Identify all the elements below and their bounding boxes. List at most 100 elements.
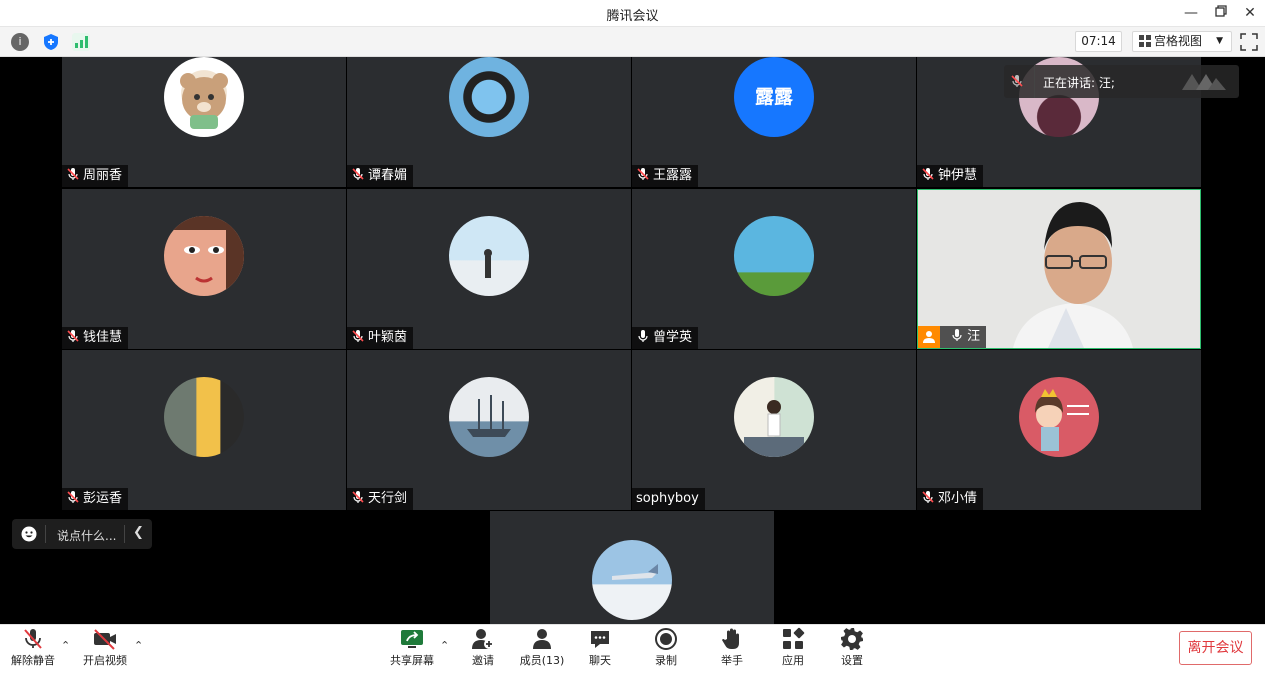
minimize-icon[interactable]: — bbox=[1182, 4, 1200, 22]
invite-button[interactable]: 邀请 bbox=[462, 627, 504, 668]
share-screen-icon bbox=[401, 630, 423, 648]
participant-name-bar: 汪 bbox=[918, 326, 987, 348]
participant-tile[interactable]: 邓小倩 bbox=[917, 350, 1201, 510]
participant-name: sophyboy bbox=[636, 491, 699, 506]
unmute-button[interactable]: 解除静音 bbox=[10, 627, 56, 668]
mic-muted-icon bbox=[24, 629, 42, 649]
info-icon[interactable]: i bbox=[11, 33, 29, 51]
avatar bbox=[449, 377, 529, 457]
chevron-up-icon[interactable]: ⌃ bbox=[61, 639, 70, 652]
mic-icon bbox=[952, 329, 962, 341]
mic-muted-icon bbox=[352, 491, 364, 503]
invite-icon bbox=[472, 629, 494, 649]
participant-name-bar: 天行剑 bbox=[347, 488, 414, 510]
fullscreen-icon[interactable] bbox=[1240, 33, 1258, 51]
chat-label: 聊天 bbox=[589, 654, 611, 667]
raise-hand-icon bbox=[722, 628, 739, 649]
participant-tile[interactable]: 天行剑 bbox=[347, 350, 631, 510]
participant-name: 钱佳慧 bbox=[83, 330, 123, 345]
emoji-icon[interactable] bbox=[21, 526, 37, 542]
participant-tile[interactable]: 曾学英 bbox=[632, 189, 916, 349]
avatar-initials: 露露 bbox=[734, 57, 814, 137]
settings-button[interactable]: 设置 bbox=[832, 627, 872, 668]
members-label: 成员(13) bbox=[519, 654, 565, 667]
start-video-label: 开启视频 bbox=[83, 654, 127, 667]
participant-name: 彭运香 bbox=[83, 491, 123, 506]
participant-name: 谭春媚 bbox=[368, 168, 408, 183]
avatar bbox=[734, 377, 814, 457]
raise-hand-button[interactable]: 举手 bbox=[712, 627, 752, 668]
mic-muted-icon bbox=[67, 168, 79, 180]
grid-view-icon bbox=[1139, 35, 1151, 47]
chevron-down-icon: ▼ bbox=[1216, 36, 1223, 46]
divider bbox=[124, 525, 125, 543]
share-screen-label: 共享屏幕 bbox=[390, 654, 434, 667]
collapse-chevron-icon[interactable]: ❮ bbox=[133, 525, 144, 540]
participant-name-bar: 周丽香 bbox=[62, 165, 129, 187]
avatar bbox=[734, 216, 814, 296]
participant-name-bar: 钱佳慧 bbox=[62, 327, 129, 349]
signal-strength-icon[interactable] bbox=[72, 33, 90, 51]
mic-muted-icon bbox=[352, 330, 364, 342]
app-logo-icon bbox=[1182, 74, 1226, 90]
avatar bbox=[449, 57, 529, 137]
avatar bbox=[164, 216, 244, 296]
view-mode-dropdown[interactable]: 宫格视图 ▼ bbox=[1132, 31, 1232, 52]
camera-video-feed bbox=[918, 190, 1200, 348]
meeting-toolbar: i 07:14 宫格视图 ▼ bbox=[0, 27, 1265, 57]
participant-tile[interactable]: sophyboy bbox=[632, 350, 916, 510]
start-video-button[interactable]: 开启视频 bbox=[82, 627, 128, 668]
active-speaker-video[interactable]: 汪 bbox=[917, 189, 1201, 349]
participant-name-bar: 彭运香 bbox=[62, 488, 129, 510]
participant-name-bar: 王露露 bbox=[632, 165, 699, 187]
close-icon[interactable]: ✕ bbox=[1241, 4, 1259, 22]
participant-name-bar: sophyboy bbox=[632, 488, 705, 510]
members-icon bbox=[533, 629, 551, 649]
speaking-indicator: 正在讲话: 汪; bbox=[1004, 65, 1239, 98]
members-button[interactable]: 成员(13) bbox=[516, 627, 568, 668]
settings-label: 设置 bbox=[841, 654, 863, 667]
apps-label: 应用 bbox=[782, 654, 804, 667]
participant-tile[interactable]: 露露 王露露 bbox=[632, 57, 916, 187]
mic-icon bbox=[638, 330, 648, 342]
participant-name-bar: 钟伊慧 bbox=[917, 165, 984, 187]
participant-name: 钟伊慧 bbox=[938, 168, 978, 183]
window-title: 腾讯会议 bbox=[606, 9, 659, 24]
invite-label: 邀请 bbox=[472, 654, 494, 667]
quick-chat-bar[interactable]: 说点什么... ❮ bbox=[12, 519, 152, 549]
participant-name: 王露露 bbox=[653, 168, 693, 183]
participant-tile[interactable]: 周丽香 bbox=[62, 57, 346, 187]
chat-button[interactable]: 聊天 bbox=[580, 627, 620, 668]
record-label: 录制 bbox=[655, 654, 677, 667]
avatar bbox=[449, 216, 529, 296]
meeting-controls: 解除静音 ⌃ 开启视频 ⌃ 共享屏幕 ⌃ 邀请 成员(13) 聊天 录制 举手 … bbox=[0, 624, 1265, 673]
security-shield-icon[interactable] bbox=[42, 33, 60, 51]
raise-hand-label: 举手 bbox=[721, 654, 743, 667]
participant-name: 叶颖茵 bbox=[368, 330, 408, 345]
record-button[interactable]: 录制 bbox=[646, 627, 686, 668]
apps-button[interactable]: 应用 bbox=[773, 627, 813, 668]
title-bar: 腾讯会议 — ✕ bbox=[0, 0, 1265, 27]
leave-meeting-button[interactable]: 离开会议 bbox=[1179, 631, 1252, 665]
participant-tile[interactable]: 钱佳慧 bbox=[62, 189, 346, 349]
avatar bbox=[592, 540, 672, 620]
chevron-up-icon[interactable]: ⌃ bbox=[440, 639, 449, 652]
restore-icon[interactable] bbox=[1212, 4, 1230, 22]
mic-muted-icon bbox=[67, 330, 79, 342]
participant-tile[interactable]: 谭春媚 bbox=[347, 57, 631, 187]
unmute-label: 解除静音 bbox=[11, 654, 55, 667]
gear-icon bbox=[841, 628, 863, 650]
camera-off-icon bbox=[94, 629, 116, 650]
mic-muted-icon bbox=[922, 491, 934, 503]
participant-tile[interactable]: 彭运香 bbox=[62, 350, 346, 510]
mic-muted-icon bbox=[352, 168, 364, 180]
view-mode-label: 宫格视图 bbox=[1154, 34, 1203, 48]
self-view-tile[interactable] bbox=[490, 511, 774, 624]
chat-placeholder[interactable]: 说点什么... bbox=[57, 527, 116, 544]
participant-name-bar: 曾学英 bbox=[632, 327, 699, 349]
apps-icon bbox=[783, 627, 805, 649]
mic-muted-icon bbox=[67, 491, 79, 503]
chevron-up-icon[interactable]: ⌃ bbox=[134, 639, 143, 652]
share-screen-button[interactable]: 共享屏幕 bbox=[389, 627, 435, 668]
participant-tile[interactable]: 叶颖茵 bbox=[347, 189, 631, 349]
